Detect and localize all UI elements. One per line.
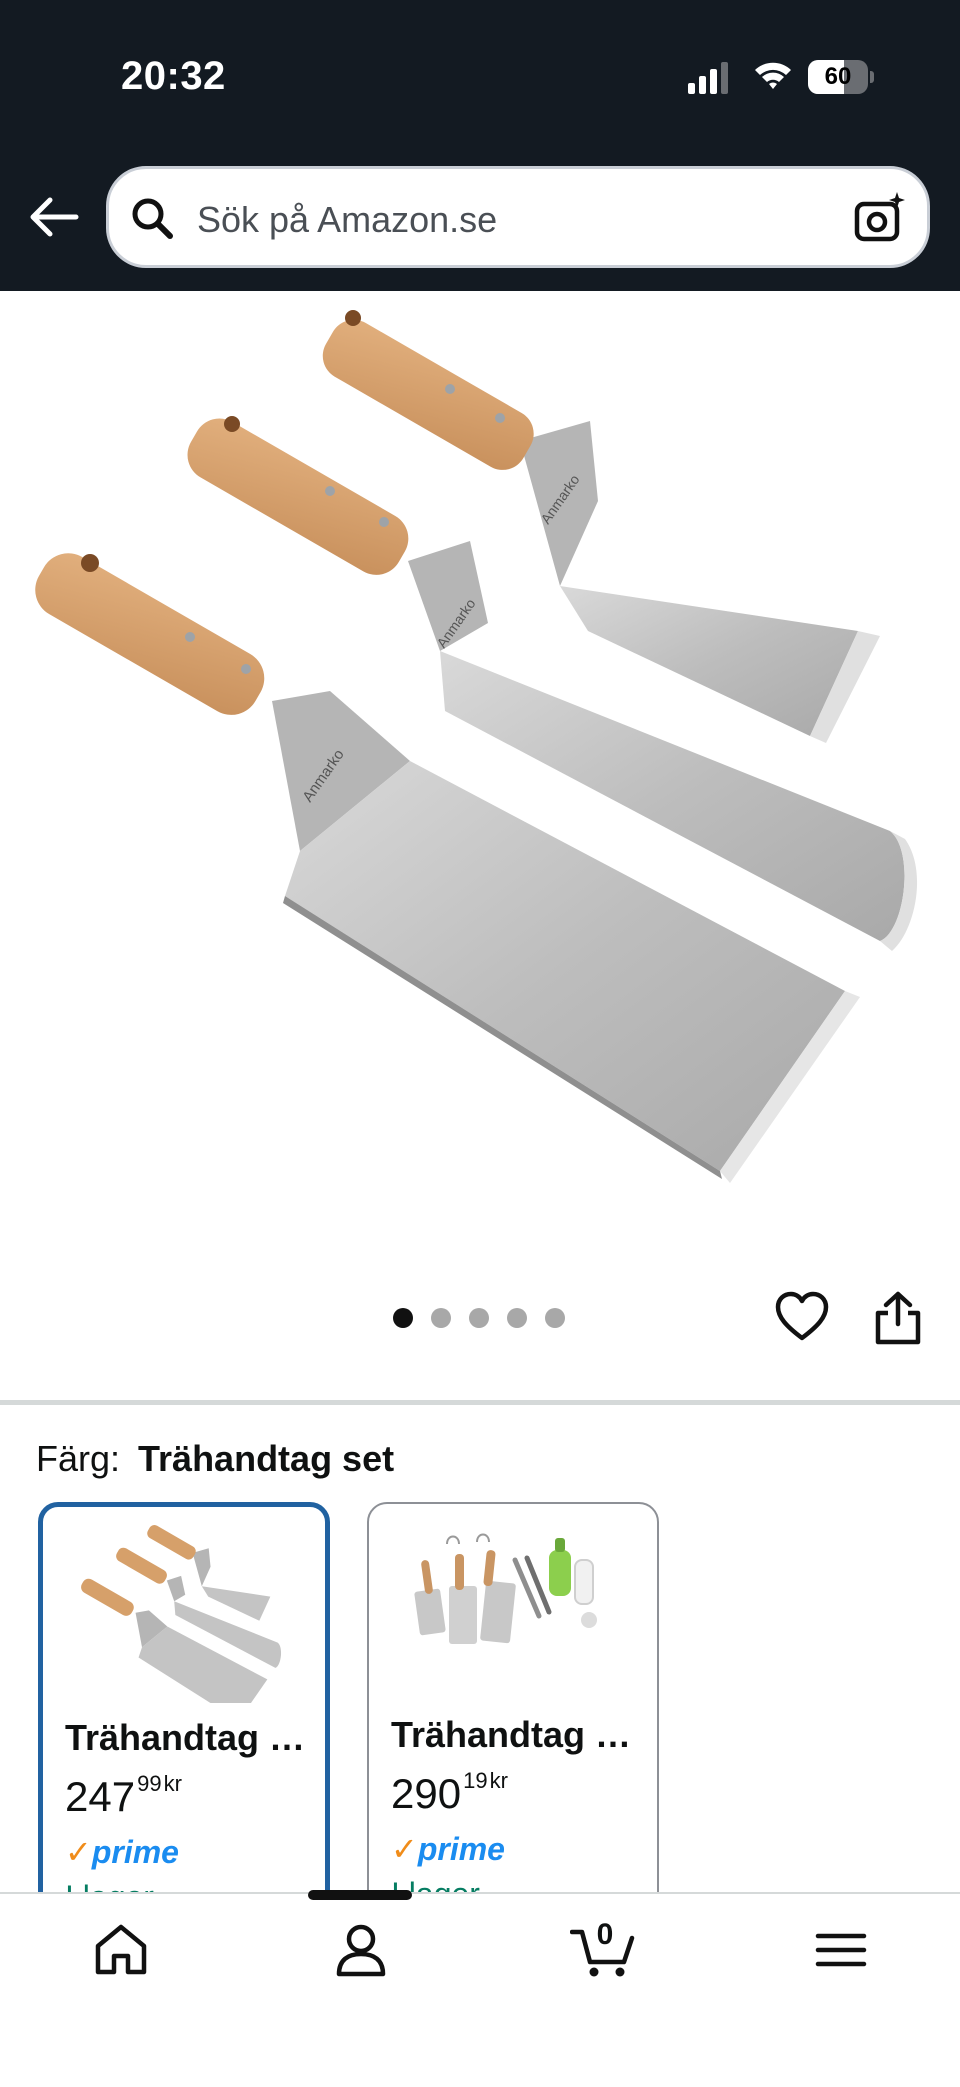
brand-mark: Anmarko Anmarko Anmarko — [299, 471, 582, 805]
svg-text:Anmarko: Anmarko — [537, 471, 582, 526]
variation-option-2[interactable]: Trähandtag set 29019kr ✓prime I lager — [367, 1502, 659, 1922]
pagination-dot[interactable] — [393, 1308, 413, 1328]
back-arrow-icon[interactable] — [28, 196, 80, 238]
pagination-dot[interactable] — [545, 1308, 565, 1328]
variation-option-1[interactable]: Trähandtag set 24799kr ✓prime I lager — [38, 1502, 330, 1922]
search-icon — [132, 198, 173, 239]
search-bar[interactable]: Sök på Amazon.se — [106, 166, 930, 268]
option-name: Trähandtag set — [391, 1714, 641, 1755]
option-thumbnail — [414, 1533, 597, 1644]
bbq-kit-illustration — [414, 1533, 597, 1644]
pagination-dot[interactable] — [469, 1308, 489, 1328]
selected-variation: Trähandtag set — [138, 1438, 395, 1479]
svg-text:Anmarko: Anmarko — [299, 746, 347, 805]
share-icon[interactable] — [872, 1290, 924, 1346]
option-price: 29019kr — [391, 1768, 508, 1817]
header-bar: 20:32 60 Sök på Amazon.se — [0, 0, 960, 291]
cart-count: 0 — [596, 1918, 614, 1951]
home-icon[interactable] — [92, 1922, 150, 1978]
camera-search-icon[interactable] — [853, 191, 907, 245]
scroll-handle[interactable] — [308, 1890, 412, 1900]
cellular-signal-icon — [688, 62, 728, 94]
status-time: 20:32 — [121, 54, 226, 98]
heart-icon[interactable] — [774, 1290, 830, 1342]
pagination-dot[interactable] — [507, 1308, 527, 1328]
divider — [0, 1400, 960, 1405]
variation-label: Färg: Trähandtag set — [36, 1438, 395, 1479]
battery-level: 60 — [824, 63, 852, 90]
prime-badge: ✓prime — [65, 1834, 179, 1870]
menu-icon[interactable] — [812, 1922, 870, 1978]
battery-icon: 60 — [808, 60, 874, 94]
prime-badge: ✓prime — [391, 1831, 505, 1867]
search-input[interactable]: Sök på Amazon.se — [197, 199, 497, 241]
option-name: Trähandtag set — [65, 1717, 315, 1758]
option-price: 24799kr — [65, 1771, 182, 1820]
svg-text:Anmarko: Anmarko — [433, 595, 478, 650]
option-thumbnail — [81, 1525, 282, 1703]
account-icon[interactable] — [332, 1922, 390, 1978]
pagination-dot[interactable] — [431, 1308, 451, 1328]
wifi-icon — [755, 62, 791, 89]
product-image-gallery[interactable]: Anmarko Anmarko Anmarko — [0, 291, 960, 1271]
